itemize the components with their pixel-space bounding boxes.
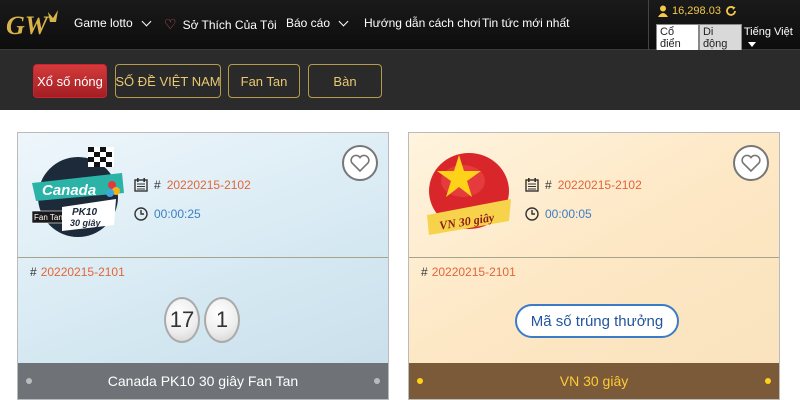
favorite-button[interactable] bbox=[733, 145, 769, 181]
period-number: 20220215-2102 bbox=[166, 178, 251, 192]
dot-icon bbox=[26, 378, 32, 384]
heart-icon: ♡ bbox=[164, 16, 177, 32]
hash-symbol: # bbox=[545, 178, 552, 192]
calendar-icon bbox=[525, 178, 539, 192]
game-name-bar[interactable]: VN 30 giây bbox=[409, 363, 779, 399]
result-balls: 17 1 bbox=[164, 297, 240, 343]
game-name: Canada PK10 30 giây Fan Tan bbox=[107, 373, 299, 389]
hash-symbol: # bbox=[154, 178, 161, 192]
game-list: Canada Fan Tan PK10 30 giây # 20220215-2… bbox=[0, 110, 800, 400]
result-ball: 1 bbox=[204, 297, 240, 343]
svg-text:Fan Tan: Fan Tan bbox=[34, 213, 63, 222]
game-card[interactable]: Canada Fan Tan PK10 30 giây # 20220215-2… bbox=[17, 132, 389, 400]
caret-down-icon bbox=[747, 42, 756, 47]
countdown-value: 00:00:05 bbox=[545, 207, 592, 221]
previous-period: # 20220215-2101 bbox=[421, 265, 516, 279]
game-card[interactable]: VN 30 giây # 20220215-2102 00:00:05 # 20… bbox=[408, 132, 780, 400]
previous-period-number: 20220215-2101 bbox=[431, 265, 516, 279]
heart-icon bbox=[350, 154, 370, 172]
divider bbox=[648, 0, 649, 50]
language-label: Tiếng Việt bbox=[743, 26, 793, 38]
nav-how-to-play-label: Hướng dẫn cách chơi bbox=[364, 16, 481, 30]
dot-icon bbox=[374, 378, 380, 384]
balance-display: 16,298.03 bbox=[658, 5, 737, 17]
previous-period-number: 20220215-2101 bbox=[40, 265, 125, 279]
tab-fan-tan[interactable]: Fan Tan bbox=[228, 64, 300, 98]
tab-hot-lottery[interactable]: Xổ số nóng bbox=[33, 64, 107, 98]
svg-text:Canada: Canada bbox=[42, 182, 96, 199]
divider bbox=[409, 257, 779, 258]
classic-mode-button[interactable]: Cổ điển bbox=[656, 24, 699, 52]
chevron-down-icon bbox=[338, 16, 349, 26]
svg-text:PK10: PK10 bbox=[72, 207, 97, 218]
divider bbox=[18, 257, 388, 258]
heart-icon bbox=[741, 154, 761, 172]
nav-reports[interactable]: Báo cáo bbox=[286, 16, 349, 30]
language-select[interactable]: Tiếng Việt bbox=[744, 26, 800, 50]
game-name-bar[interactable]: Canada PK10 30 giây Fan Tan bbox=[18, 363, 388, 399]
mobile-mode-button[interactable]: Di động bbox=[698, 24, 742, 52]
nav-news-label: Tin tức mới nhất bbox=[482, 16, 570, 30]
current-period: # 20220215-2102 bbox=[134, 178, 251, 192]
countdown: 00:00:25 bbox=[134, 207, 201, 221]
calendar-icon bbox=[134, 178, 148, 192]
dot-icon bbox=[417, 378, 423, 384]
gw-logo[interactable]: GW bbox=[4, 8, 62, 42]
tab-vietnam-lottery[interactable]: SỐ ĐỀ VIỆT NAM bbox=[115, 64, 221, 98]
clock-icon bbox=[525, 207, 539, 221]
refresh-icon[interactable] bbox=[725, 5, 737, 17]
nav-game-lotto[interactable]: Game lotto bbox=[74, 16, 152, 30]
clock-icon bbox=[134, 207, 148, 221]
svg-text:30 giây: 30 giây bbox=[70, 218, 102, 228]
vn-30s-logo: VN 30 giây bbox=[427, 153, 511, 235]
previous-period: # 20220215-2101 bbox=[30, 265, 125, 279]
nav-favorites-label: Sở Thích Của Tôi bbox=[182, 17, 277, 32]
dot-icon bbox=[765, 378, 771, 384]
favorite-button[interactable] bbox=[342, 145, 378, 181]
hash-symbol: # bbox=[30, 265, 37, 279]
crown-icon bbox=[48, 10, 58, 22]
nav-game-lotto-label: Game lotto bbox=[74, 16, 133, 30]
tab-table[interactable]: Bàn bbox=[308, 64, 382, 98]
current-period: # 20220215-2102 bbox=[525, 178, 642, 192]
result-ball: 17 bbox=[164, 297, 200, 343]
balance-value: 16,298.03 bbox=[672, 5, 721, 17]
game-name: VN 30 giây bbox=[559, 373, 629, 389]
mode-language-bar: Cổ điển Di động Tiếng Việt bbox=[656, 24, 800, 52]
winning-numbers-button[interactable]: Mã số trúng thưởng bbox=[515, 304, 679, 338]
category-bar: Xổ số nóng SỐ ĐỀ VIỆT NAM Fan Tan Bàn bbox=[0, 50, 800, 110]
chevron-down-icon bbox=[141, 16, 152, 26]
countdown: 00:00:05 bbox=[525, 207, 592, 221]
nav-favorites[interactable]: ♡ Sở Thích Của Tôi bbox=[164, 16, 277, 33]
logo-text: GW bbox=[6, 11, 50, 40]
hash-symbol: # bbox=[421, 265, 428, 279]
user-icon bbox=[658, 5, 668, 17]
canada-pk10-logo: Canada Fan Tan PK10 30 giây bbox=[32, 147, 124, 237]
top-navbar: GW Game lotto ♡ Sở Thích Của Tôi Báo cáo… bbox=[0, 0, 800, 52]
countdown-value: 00:00:25 bbox=[154, 207, 201, 221]
nav-news[interactable]: Tin tức mới nhất bbox=[482, 16, 569, 30]
nav-how-to-play[interactable]: Hướng dẫn cách chơi bbox=[364, 16, 481, 30]
nav-reports-label: Báo cáo bbox=[286, 16, 331, 30]
period-number: 20220215-2102 bbox=[557, 178, 642, 192]
